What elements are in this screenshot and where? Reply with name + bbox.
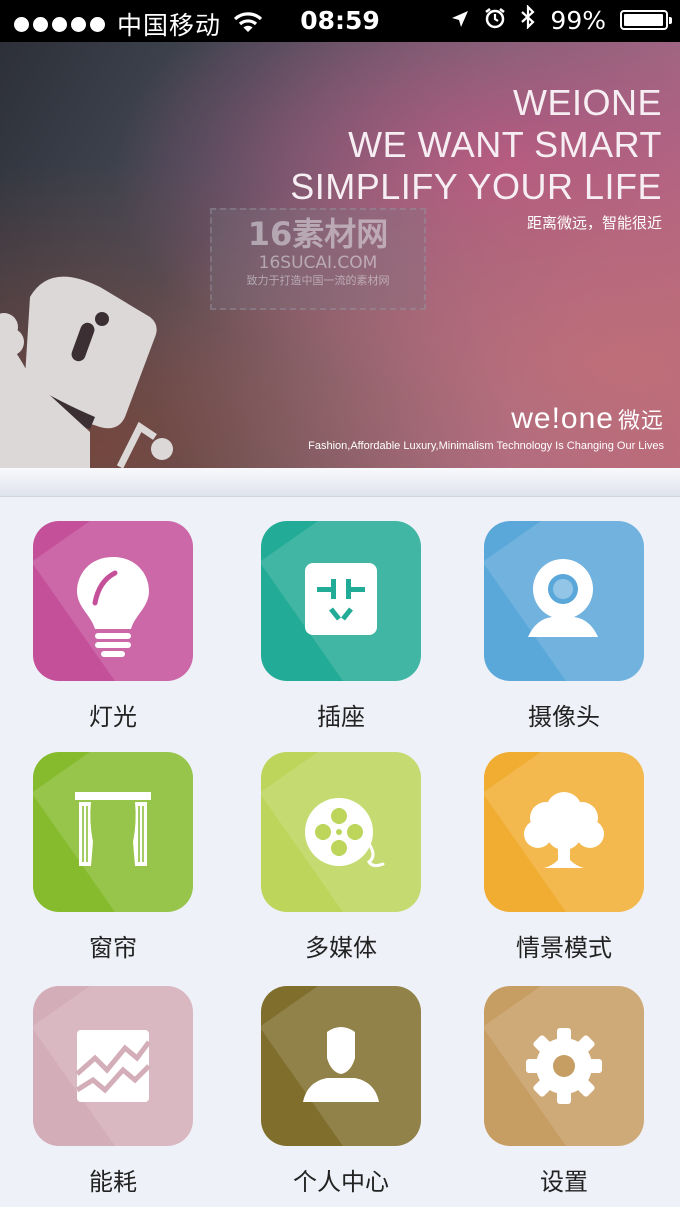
tile-label: 能耗 xyxy=(89,1168,137,1196)
tile-label: 插座 xyxy=(317,703,365,731)
logo-text: we!one xyxy=(511,402,614,435)
brand-tagline: Fashion,Affordable Luxury,Minimalism Tec… xyxy=(308,440,664,452)
tile-multimedia[interactable]: 多媒体 xyxy=(241,752,441,963)
location-arrow-icon xyxy=(450,6,470,35)
headline-line-2: WE WANT SMART xyxy=(348,124,662,165)
tile-label: 设置 xyxy=(540,1168,588,1196)
watermark-slogan: 致力于打造中国一流的素材网 xyxy=(246,274,390,287)
chart-icon[interactable] xyxy=(33,986,193,1146)
person-icon[interactable] xyxy=(261,986,421,1146)
tile-label: 灯光 xyxy=(89,703,137,731)
section-divider xyxy=(0,468,680,497)
banner-subtitle: 距离微远，智能很近 xyxy=(526,215,662,232)
hero-banner[interactable]: 16素材网 16SUCAI.COM 致力于打造中国一流的素材网 WEIONE W… xyxy=(0,42,680,468)
camera-icon[interactable] xyxy=(484,521,644,681)
headline-line-3: SIMPLIFY YOUR LIFE xyxy=(290,166,662,207)
headline-line-1: WEIONE xyxy=(512,82,662,123)
curtain-icon[interactable] xyxy=(33,752,193,912)
tile-settings[interactable]: 设置 xyxy=(464,986,664,1197)
bulb-icon[interactable] xyxy=(33,521,193,681)
robot-mascot-illustration xyxy=(0,267,190,468)
tile-personal-center[interactable]: 个人中心 xyxy=(241,986,441,1197)
banner-headline: WEIONE WE WANT SMART SIMPLIFY YOUR LIFE … xyxy=(290,82,662,233)
tile-energy[interactable]: 能耗 xyxy=(13,986,213,1197)
brand-logo: we!one 微远 Fashion,Affordable Luxury,Minim… xyxy=(308,402,664,453)
tile-curtain[interactable]: 窗帘 xyxy=(13,752,213,963)
tile-label: 个人中心 xyxy=(293,1168,389,1196)
tile-lighting[interactable]: 灯光 xyxy=(13,521,213,732)
bluetooth-icon xyxy=(520,4,536,35)
tile-scene-mode[interactable]: 情景模式 xyxy=(464,752,664,963)
logo-cn: 微远 xyxy=(617,408,664,433)
tile-socket[interactable]: 插座 xyxy=(241,521,441,732)
tile-label: 摄像头 xyxy=(528,703,600,731)
tile-label: 情景模式 xyxy=(516,934,612,962)
alarm-icon xyxy=(484,6,506,35)
tile-label: 多媒体 xyxy=(305,934,377,962)
battery-icon xyxy=(620,10,672,30)
battery-percentage: 99% xyxy=(550,5,606,35)
tree-icon[interactable] xyxy=(484,752,644,912)
tile-camera[interactable]: 摄像头 xyxy=(464,521,664,732)
socket-icon[interactable] xyxy=(261,521,421,681)
tile-label: 窗帘 xyxy=(89,934,137,962)
status-bar: 中国移动 08:59 99% xyxy=(0,0,680,42)
film-reel-icon[interactable] xyxy=(261,752,421,912)
watermark-domain: 16SUCAI.COM xyxy=(258,253,378,273)
gear-icon[interactable] xyxy=(484,986,644,1146)
